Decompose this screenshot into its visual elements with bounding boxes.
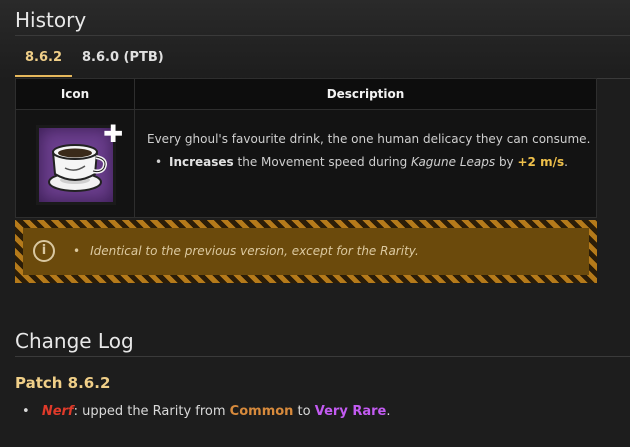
coffee-cup-perk-icon: ✚ (36, 122, 123, 205)
tab-8-6-0-ptb[interactable]: 8.6.0 (PTB) (72, 42, 174, 77)
changelog-entry: Nerf: upped the Rarity from Common to Ve… (22, 404, 391, 419)
perk-table: Icon Description ✚ Every ghoul's favouri… (15, 78, 597, 218)
changelog-title: Change Log (15, 329, 134, 353)
entry-text-1: : upped the Rarity from (73, 404, 230, 419)
column-divider (134, 79, 135, 217)
perk-effect-bullet: Increases the Movement speed during Kagu… (147, 151, 592, 174)
patch-heading: Patch 8.6.2 (15, 374, 111, 392)
version-tabs: 8.6.2 8.6.0 (PTB) (15, 42, 174, 77)
column-header-icon: Icon (60, 87, 90, 101)
notice-inner: i Identical to the previous version, exc… (23, 228, 589, 275)
effect-value: +2 m/s (517, 155, 565, 169)
effect-text-2: by (495, 155, 518, 169)
notice-text: Identical to the previous version, excep… (73, 244, 419, 258)
history-title: History (15, 8, 87, 32)
rarity-common-link[interactable]: Common (230, 404, 294, 419)
effect-text-1: the Movement speed during (233, 155, 411, 169)
entry-text-2: to (293, 404, 315, 419)
notice-box: i Identical to the previous version, exc… (15, 220, 597, 283)
changelog-divider (15, 356, 630, 357)
effect-keyword: Increases (169, 155, 234, 169)
column-header-description: Description (326, 87, 405, 101)
effect-ability: Kagune Leaps (411, 155, 496, 169)
table-header: Icon Description (16, 79, 596, 110)
tab-8-6-2[interactable]: 8.6.2 (15, 42, 73, 77)
nerf-link[interactable]: Nerf (42, 404, 74, 419)
effect-end: . (564, 155, 568, 169)
info-icon: i (33, 240, 55, 262)
coffee-cup-icon (48, 144, 107, 192)
rarity-very-rare-link[interactable]: Very Rare (315, 404, 387, 419)
plus-icon: ✚ (103, 120, 124, 148)
perk-description: Every ghoul's favourite drink, the one h… (147, 128, 592, 174)
entry-end: . (386, 404, 391, 419)
history-divider (15, 35, 630, 36)
perk-intro: Every ghoul's favourite drink, the one h… (147, 132, 591, 146)
